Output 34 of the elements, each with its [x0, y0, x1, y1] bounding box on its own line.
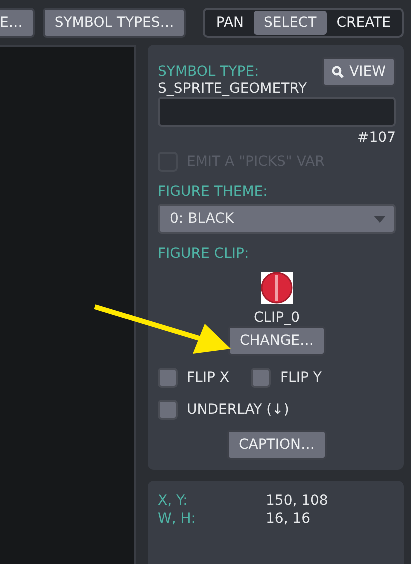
mode-tab[interactable]: SELECT	[254, 10, 327, 34]
search-icon	[332, 66, 344, 78]
mode-tab[interactable]: PAN	[206, 10, 254, 34]
info-label: X, Y:	[158, 493, 189, 509]
caption-button[interactable]: CAPTION…	[227, 430, 327, 460]
checkbox-box[interactable]	[251, 368, 272, 388]
toolbar-button[interactable]: E…	[0, 8, 35, 38]
checkbox-label: FLIP Y	[280, 370, 322, 386]
change-button[interactable]: CHANGE…	[228, 326, 326, 356]
caret-icon	[374, 216, 386, 222]
symbol-id: #107	[358, 130, 396, 146]
symbol-type-value: S_SPRITE_GEOMETRY	[158, 81, 308, 97]
input-field[interactable]	[158, 97, 396, 127]
checkbox-label: FLIP X	[187, 370, 230, 386]
checkbox-label: UNDERLAY (↓)	[187, 402, 290, 418]
theme-dropdown[interactable]: 0: BLACK	[158, 204, 396, 234]
info-value: 16, 16	[266, 511, 312, 527]
toolbar-button[interactable]: SYMBOL TYPES…	[42, 8, 186, 38]
canvas[interactable]	[0, 45, 136, 564]
clip-thumbnail-icon	[261, 272, 293, 304]
checkbox[interactable]: FLIP Y	[251, 368, 322, 388]
symbol-type-label: SYMBOL TYPE:	[158, 64, 260, 80]
checkbox-box[interactable]	[158, 368, 178, 388]
dropdown-value: 0: BLACK	[170, 211, 234, 227]
info-value: 150, 108	[266, 493, 330, 509]
clip-name: CLIP_0	[254, 310, 300, 326]
checkbox[interactable]: UNDERLAY (↓)	[158, 400, 396, 420]
info-label: W, H:	[158, 511, 197, 527]
checkbox[interactable]: FLIP X	[158, 368, 230, 388]
figure-theme-label: FIGURE THEME:	[158, 184, 269, 200]
view-button[interactable]: VIEW	[322, 57, 396, 87]
mode-tab[interactable]: CREATE	[326, 10, 401, 34]
checkbox-box[interactable]	[158, 400, 178, 420]
figure-clip-label: FIGURE CLIP:	[158, 246, 250, 262]
